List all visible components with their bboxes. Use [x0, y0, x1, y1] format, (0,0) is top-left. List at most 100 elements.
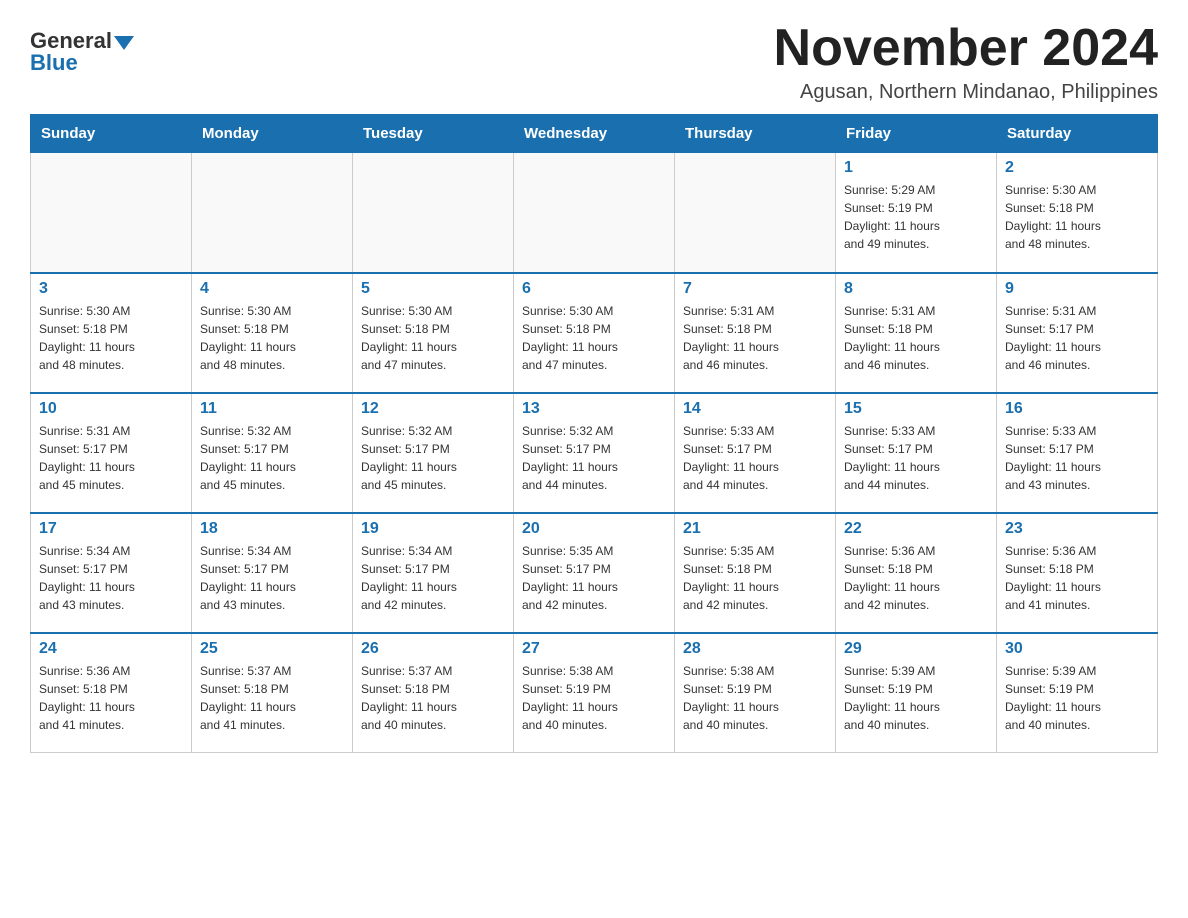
- day-number-24: 24: [39, 640, 183, 658]
- day-info-25: Sunrise: 5:37 AM Sunset: 5:18 PM Dayligh…: [200, 662, 344, 734]
- day-info-23: Sunrise: 5:36 AM Sunset: 5:18 PM Dayligh…: [1005, 542, 1149, 614]
- day-number-23: 23: [1005, 520, 1149, 538]
- header-tuesday: Tuesday: [353, 115, 514, 153]
- day-number-18: 18: [200, 520, 344, 538]
- day-number-11: 11: [200, 400, 344, 418]
- calendar-cell-4-1: 25 Sunrise: 5:37 AM Sunset: 5:18 PM Dayli…: [192, 633, 353, 753]
- day-info-19: Sunrise: 5:34 AM Sunset: 5:17 PM Dayligh…: [361, 542, 505, 614]
- logo-blue-label: Blue: [30, 50, 78, 76]
- day-info-12: Sunrise: 5:32 AM Sunset: 5:17 PM Dayligh…: [361, 422, 505, 494]
- day-info-16: Sunrise: 5:33 AM Sunset: 5:17 PM Dayligh…: [1005, 422, 1149, 494]
- day-number-26: 26: [361, 640, 505, 658]
- day-info-3: Sunrise: 5:30 AM Sunset: 5:18 PM Dayligh…: [39, 302, 183, 374]
- day-number-28: 28: [683, 640, 827, 658]
- calendar-cell-1-3: 6 Sunrise: 5:30 AM Sunset: 5:18 PM Daylig…: [514, 273, 675, 393]
- calendar-cell-1-6: 9 Sunrise: 5:31 AM Sunset: 5:17 PM Daylig…: [997, 273, 1158, 393]
- calendar-cell-0-0: [31, 153, 192, 273]
- day-number-27: 27: [522, 640, 666, 658]
- day-info-22: Sunrise: 5:36 AM Sunset: 5:18 PM Dayligh…: [844, 542, 988, 614]
- calendar-cell-3-3: 20 Sunrise: 5:35 AM Sunset: 5:17 PM Dayli…: [514, 513, 675, 633]
- day-number-3: 3: [39, 280, 183, 298]
- day-number-6: 6: [522, 280, 666, 298]
- day-number-4: 4: [200, 280, 344, 298]
- calendar-cell-4-5: 29 Sunrise: 5:39 AM Sunset: 5:19 PM Dayli…: [836, 633, 997, 753]
- calendar-cell-3-6: 23 Sunrise: 5:36 AM Sunset: 5:18 PM Dayli…: [997, 513, 1158, 633]
- day-info-28: Sunrise: 5:38 AM Sunset: 5:19 PM Dayligh…: [683, 662, 827, 734]
- day-number-15: 15: [844, 400, 988, 418]
- day-info-14: Sunrise: 5:33 AM Sunset: 5:17 PM Dayligh…: [683, 422, 827, 494]
- header-monday: Monday: [192, 115, 353, 153]
- week-row-1: 1 Sunrise: 5:29 AM Sunset: 5:19 PM Daylig…: [31, 153, 1158, 273]
- day-number-30: 30: [1005, 640, 1149, 658]
- day-number-14: 14: [683, 400, 827, 418]
- calendar-cell-2-4: 14 Sunrise: 5:33 AM Sunset: 5:17 PM Dayli…: [675, 393, 836, 513]
- day-number-10: 10: [39, 400, 183, 418]
- day-info-27: Sunrise: 5:38 AM Sunset: 5:19 PM Dayligh…: [522, 662, 666, 734]
- header-saturday: Saturday: [997, 115, 1158, 153]
- day-info-29: Sunrise: 5:39 AM Sunset: 5:19 PM Dayligh…: [844, 662, 988, 734]
- day-number-29: 29: [844, 640, 988, 658]
- calendar-cell-1-4: 7 Sunrise: 5:31 AM Sunset: 5:18 PM Daylig…: [675, 273, 836, 393]
- day-number-7: 7: [683, 280, 827, 298]
- day-info-6: Sunrise: 5:30 AM Sunset: 5:18 PM Dayligh…: [522, 302, 666, 374]
- calendar-cell-0-1: [192, 153, 353, 273]
- day-number-9: 9: [1005, 280, 1149, 298]
- day-info-11: Sunrise: 5:32 AM Sunset: 5:17 PM Dayligh…: [200, 422, 344, 494]
- day-number-13: 13: [522, 400, 666, 418]
- calendar-cell-3-1: 18Sunrise: 5:34 AM Sunset: 5:17 PM Dayli…: [192, 513, 353, 633]
- calendar-cell-2-1: 11 Sunrise: 5:32 AM Sunset: 5:17 PM Dayli…: [192, 393, 353, 513]
- calendar-cell-3-4: 21 Sunrise: 5:35 AM Sunset: 5:18 PM Dayli…: [675, 513, 836, 633]
- calendar-cell-4-6: 30 Sunrise: 5:39 AM Sunset: 5:19 PM Dayli…: [997, 633, 1158, 753]
- day-info-5: Sunrise: 5:30 AM Sunset: 5:18 PM Dayligh…: [361, 302, 505, 374]
- calendar-cell-2-3: 13 Sunrise: 5:32 AM Sunset: 5:17 PM Dayli…: [514, 393, 675, 513]
- weekday-header-row: Sunday Monday Tuesday Wednesday Thursday…: [31, 115, 1158, 153]
- calendar-cell-2-5: 15 Sunrise: 5:33 AM Sunset: 5:17 PM Dayli…: [836, 393, 997, 513]
- calendar-cell-4-2: 26 Sunrise: 5:37 AM Sunset: 5:18 PM Dayli…: [353, 633, 514, 753]
- header: General Blue November 2024 Agusan, North…: [30, 20, 1158, 104]
- logo: General Blue: [30, 20, 134, 76]
- calendar-cell-0-2: [353, 153, 514, 273]
- title-section: November 2024 Agusan, Northern Mindanao,…: [774, 20, 1158, 104]
- calendar-cell-3-5: 22 Sunrise: 5:36 AM Sunset: 5:18 PM Dayli…: [836, 513, 997, 633]
- day-info-7: Sunrise: 5:31 AM Sunset: 5:18 PM Dayligh…: [683, 302, 827, 374]
- day-number-21: 21: [683, 520, 827, 538]
- day-info-15: Sunrise: 5:33 AM Sunset: 5:17 PM Dayligh…: [844, 422, 988, 494]
- day-info-4: Sunrise: 5:30 AM Sunset: 5:18 PM Dayligh…: [200, 302, 344, 374]
- calendar-cell-0-3: [514, 153, 675, 273]
- day-number-12: 12: [361, 400, 505, 418]
- calendar-table: Sunday Monday Tuesday Wednesday Thursday…: [30, 114, 1158, 753]
- day-info-8: Sunrise: 5:31 AM Sunset: 5:18 PM Dayligh…: [844, 302, 988, 374]
- day-number-1: 1: [844, 159, 988, 177]
- month-year-title: November 2024: [774, 20, 1158, 77]
- day-info-13: Sunrise: 5:32 AM Sunset: 5:17 PM Dayligh…: [522, 422, 666, 494]
- day-number-22: 22: [844, 520, 988, 538]
- day-info-20: Sunrise: 5:35 AM Sunset: 5:17 PM Dayligh…: [522, 542, 666, 614]
- header-thursday: Thursday: [675, 115, 836, 153]
- calendar-cell-1-5: 8Sunrise: 5:31 AM Sunset: 5:18 PM Daylig…: [836, 273, 997, 393]
- day-info-30: Sunrise: 5:39 AM Sunset: 5:19 PM Dayligh…: [1005, 662, 1149, 734]
- week-row-5: 24 Sunrise: 5:36 AM Sunset: 5:18 PM Dayli…: [31, 633, 1158, 753]
- day-info-26: Sunrise: 5:37 AM Sunset: 5:18 PM Dayligh…: [361, 662, 505, 734]
- day-number-25: 25: [200, 640, 344, 658]
- calendar-cell-0-5: 1 Sunrise: 5:29 AM Sunset: 5:19 PM Daylig…: [836, 153, 997, 273]
- location-label: Agusan, Northern Mindanao, Philippines: [774, 81, 1158, 104]
- calendar-cell-1-0: 3 Sunrise: 5:30 AM Sunset: 5:18 PM Daylig…: [31, 273, 192, 393]
- day-info-1: Sunrise: 5:29 AM Sunset: 5:19 PM Dayligh…: [844, 181, 988, 253]
- day-info-24: Sunrise: 5:36 AM Sunset: 5:18 PM Dayligh…: [39, 662, 183, 734]
- calendar-cell-2-6: 16Sunrise: 5:33 AM Sunset: 5:17 PM Dayli…: [997, 393, 1158, 513]
- week-row-4: 17Sunrise: 5:34 AM Sunset: 5:17 PM Dayli…: [31, 513, 1158, 633]
- header-wednesday: Wednesday: [514, 115, 675, 153]
- calendar-cell-1-2: 5 Sunrise: 5:30 AM Sunset: 5:18 PM Daylig…: [353, 273, 514, 393]
- header-sunday: Sunday: [31, 115, 192, 153]
- calendar-cell-2-2: 12 Sunrise: 5:32 AM Sunset: 5:17 PM Dayli…: [353, 393, 514, 513]
- day-info-21: Sunrise: 5:35 AM Sunset: 5:18 PM Dayligh…: [683, 542, 827, 614]
- day-info-9: Sunrise: 5:31 AM Sunset: 5:17 PM Dayligh…: [1005, 302, 1149, 374]
- day-info-17: Sunrise: 5:34 AM Sunset: 5:17 PM Dayligh…: [39, 542, 183, 614]
- day-number-2: 2: [1005, 159, 1149, 177]
- week-row-3: 10Sunrise: 5:31 AM Sunset: 5:17 PM Dayli…: [31, 393, 1158, 513]
- day-number-20: 20: [522, 520, 666, 538]
- calendar-cell-2-0: 10Sunrise: 5:31 AM Sunset: 5:17 PM Dayli…: [31, 393, 192, 513]
- calendar-cell-4-0: 24 Sunrise: 5:36 AM Sunset: 5:18 PM Dayli…: [31, 633, 192, 753]
- calendar-cell-3-2: 19Sunrise: 5:34 AM Sunset: 5:17 PM Dayli…: [353, 513, 514, 633]
- day-number-5: 5: [361, 280, 505, 298]
